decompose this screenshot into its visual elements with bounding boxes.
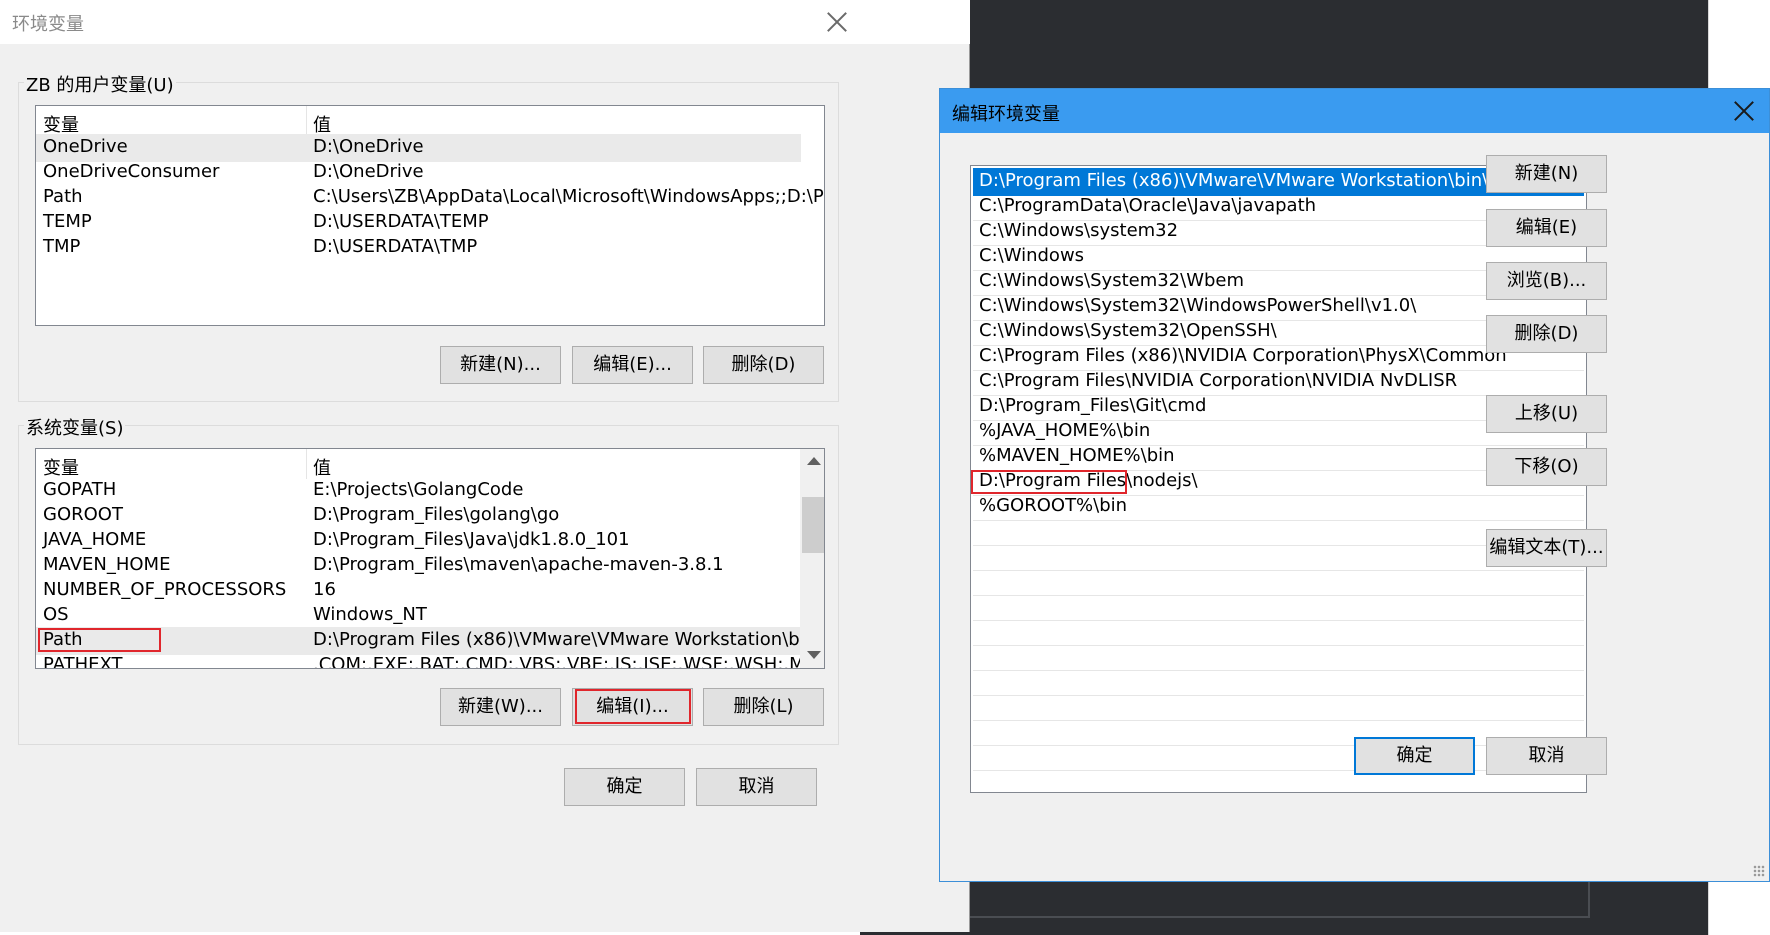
close-icon[interactable]	[824, 9, 850, 35]
system-vars-label: 系统变量(S)	[24, 414, 126, 440]
cancel-button[interactable]: 取消	[696, 768, 817, 806]
system-vars-header: 变量 值	[36, 449, 801, 479]
var-value: D:\OneDrive	[313, 161, 424, 182]
var-name: TMP	[43, 236, 81, 257]
user-vars-label: ZB 的用户变量(U)	[24, 71, 176, 97]
var-value: D:\USERDATA\TMP	[313, 236, 478, 257]
user-var-row[interactable]: Path C:\Users\ZB\AppData\Local\Microsoft…	[36, 184, 824, 212]
user-var-row[interactable]: OneDrive D:\OneDrive	[36, 134, 801, 162]
system-var-row[interactable]: OS Windows_NT	[36, 602, 801, 630]
var-value: 16	[313, 579, 336, 600]
path-entry-empty[interactable]	[973, 643, 1584, 671]
edit-ok-button[interactable]: 确定	[1354, 737, 1475, 775]
var-name: OneDriveConsumer	[43, 161, 220, 182]
system-var-row[interactable]: NUMBER_OF_PROCESSORS 16	[36, 577, 801, 605]
var-name: PATHEXT	[43, 654, 123, 669]
user-var-row[interactable]: OneDriveConsumer D:\OneDrive	[36, 159, 801, 187]
var-value: E:\Projects\GolangCode	[313, 479, 524, 500]
var-value: D:\Program_Files\golang\go	[313, 504, 560, 525]
var-name: TEMP	[43, 211, 92, 232]
env-vars-titlebar[interactable]: 环境变量	[0, 0, 970, 44]
user-edit-button[interactable]: 编辑(E)...	[572, 346, 693, 384]
path-entry-empty[interactable]	[973, 568, 1584, 596]
var-value: D:\Program_Files\maven\apache-maven-3.8.…	[313, 554, 724, 575]
var-name: Path	[43, 186, 83, 207]
resize-grip-icon[interactable]	[1753, 865, 1765, 877]
var-name: OS	[43, 604, 69, 625]
var-value: Windows_NT	[313, 604, 427, 625]
path-entry-empty[interactable]	[973, 693, 1584, 721]
var-value: D:\Program_Files\Java\jdk1.8.0_101	[313, 529, 630, 550]
path-text: C:\Windows	[979, 245, 1085, 266]
var-value: C:\Users\ZB\AppData\Local\Microsoft\Wind…	[313, 186, 824, 207]
path-entry-empty[interactable]	[973, 593, 1584, 621]
system-delete-button[interactable]: 删除(L)	[703, 688, 824, 726]
user-var-row[interactable]: TEMP D:\USERDATA\TEMP	[36, 209, 801, 237]
var-name: OneDrive	[43, 136, 128, 157]
system-var-row[interactable]: JAVA_HOME D:\Program_Files\Java\jdk1.8.0…	[36, 527, 801, 555]
scroll-down-arrow-icon[interactable]	[807, 651, 821, 659]
env-vars-title: 环境变量	[12, 14, 84, 35]
path-text: %JAVA_HOME%\bin	[979, 420, 1151, 441]
path-new-button[interactable]: 新建(N)	[1486, 155, 1607, 193]
user-new-button[interactable]: 新建(N)...	[440, 346, 561, 384]
path-entry-new[interactable]: %GOROOT%\bin	[973, 493, 1584, 521]
close-icon[interactable]	[1731, 98, 1757, 124]
path-text: C:\Windows\system32	[979, 220, 1179, 241]
user-delete-button[interactable]: 删除(D)	[703, 346, 824, 384]
var-name: JAVA_HOME	[43, 529, 147, 550]
var-value: D:\Program Files (x86)\VMware\VMware Wor…	[313, 629, 824, 650]
user-var-row[interactable]: TMP D:\USERDATA\TMP	[36, 234, 801, 262]
move-down-button[interactable]: 下移(O)	[1486, 448, 1607, 486]
path-text: C:\Program Files (x86)\NVIDIA Corporatio…	[979, 345, 1507, 366]
scrollbar-thumb[interactable]	[802, 497, 824, 553]
var-name: GOPATH	[43, 479, 117, 500]
system-var-row[interactable]: MAVEN_HOME D:\Program_Files\maven\apache…	[36, 552, 801, 580]
edit-cancel-button[interactable]: 取消	[1486, 737, 1607, 775]
path-text: D:\Program_Files\Git\cmd	[979, 395, 1207, 416]
var-value: D:\OneDrive	[313, 136, 424, 157]
system-var-row[interactable]: GOPATH E:\Projects\GolangCode	[36, 477, 801, 505]
path-entry-empty[interactable]	[973, 618, 1584, 646]
path-text: C:\Program Files\NVIDIA Corporation\NVID…	[979, 370, 1458, 391]
edit-text-button[interactable]: 编辑文本(T)...	[1486, 529, 1607, 567]
path-entry[interactable]: C:\Program Files\NVIDIA Corporation\NVID…	[973, 368, 1584, 396]
path-browse-button[interactable]: 浏览(B)...	[1486, 262, 1607, 300]
edit-env-var-title: 编辑环境变量	[952, 104, 1060, 125]
path-text: C:\Windows\System32\OpenSSH\	[979, 320, 1277, 341]
path-highlight-box	[38, 628, 161, 652]
column-separator[interactable]	[306, 449, 307, 479]
edit-env-var-titlebar[interactable]: 编辑环境变量	[940, 89, 1769, 133]
system-var-row[interactable]: GOROOT D:\Program_Files\golang\go	[36, 502, 801, 530]
path-text: C:\ProgramData\Oracle\Java\javapath	[979, 195, 1317, 216]
goroot-highlight-box	[971, 470, 1127, 494]
move-up-button[interactable]: 上移(U)	[1486, 395, 1607, 433]
var-name: MAVEN_HOME	[43, 554, 171, 575]
var-name: GOROOT	[43, 504, 123, 525]
var-value: .COM;.EXE;.BAT;.CMD;.VBS;.VBE;.JS;.JSE;.…	[313, 654, 825, 669]
path-text: %GOROOT%\bin	[979, 495, 1128, 516]
var-name: NUMBER_OF_PROCESSORS	[43, 579, 287, 600]
user-vars-header: 变量 值	[36, 106, 801, 136]
path-text: %MAVEN_HOME%\bin	[979, 445, 1175, 466]
column-separator[interactable]	[306, 106, 307, 136]
ok-button[interactable]: 确定	[564, 768, 685, 806]
system-vars-scrollbar[interactable]	[800, 449, 824, 668]
path-text: D:\Program Files (x86)\VMware\VMware Wor…	[979, 170, 1489, 191]
edit-button-highlight-box	[575, 689, 691, 724]
var-value: D:\USERDATA\TEMP	[313, 211, 489, 232]
user-vars-list[interactable]: 变量 值 OneDrive D:\OneDrive OneDriveConsum…	[35, 105, 825, 326]
env-vars-dialog: 环境变量 ZB 的用户变量(U) 变量 值 OneDrive D:\OneDri…	[0, 0, 970, 932]
scroll-up-arrow-icon[interactable]	[807, 457, 821, 465]
edit-env-var-dialog: 编辑环境变量 D:\Program Files (x86)\VMware\VMw…	[939, 88, 1770, 882]
path-entry-empty[interactable]	[973, 668, 1584, 696]
system-var-row[interactable]: PATHEXT .COM;.EXE;.BAT;.CMD;.VBS;.VBE;.J…	[36, 652, 824, 669]
path-text: C:\Windows\System32\WindowsPowerShell\v1…	[979, 295, 1417, 316]
path-text: C:\Windows\System32\Wbem	[979, 270, 1245, 291]
path-delete-button[interactable]: 删除(D)	[1486, 315, 1607, 353]
path-edit-button[interactable]: 编辑(E)	[1486, 209, 1607, 247]
system-new-button[interactable]: 新建(W)...	[440, 688, 561, 726]
